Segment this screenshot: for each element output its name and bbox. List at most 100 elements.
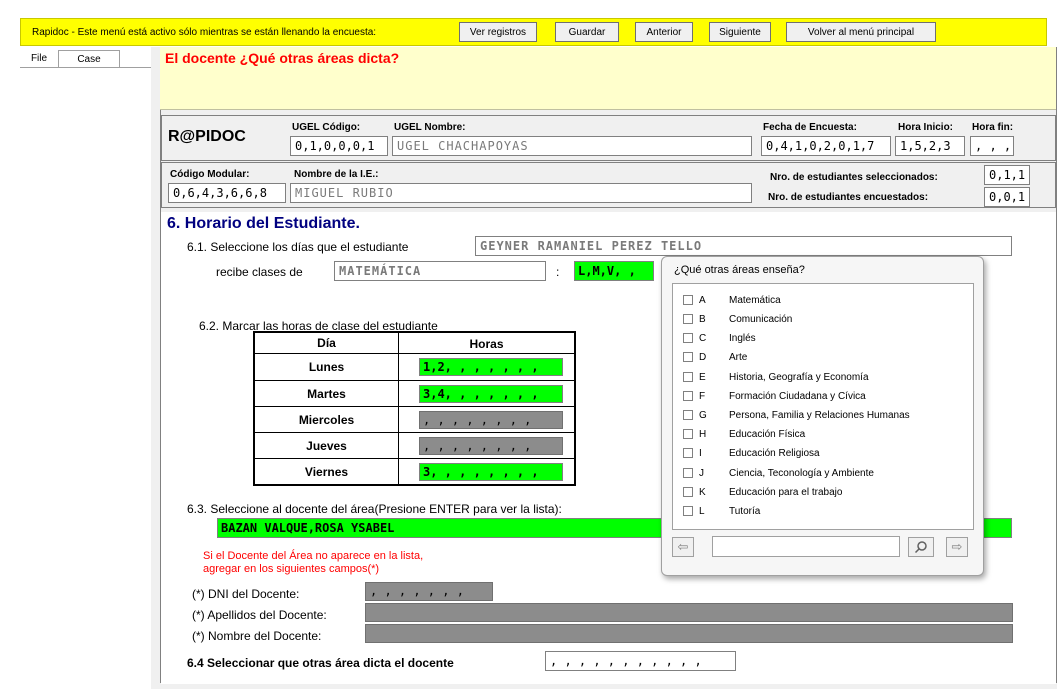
checkbox[interactable] [683, 314, 693, 324]
ugel-codigo-field[interactable]: 0,1,0,0,0,1 [290, 136, 388, 156]
checkbox[interactable] [683, 506, 693, 516]
tab-case[interactable]: Case [58, 50, 120, 67]
right-arrow-icon[interactable]: ⇨ [946, 537, 968, 557]
warning-line2: agregar en los siguientes campos(*) [203, 563, 380, 575]
checkbox[interactable] [683, 391, 693, 401]
schedule-table: Día Horas Lunes 1,2, , , , , , , Martes … [253, 331, 576, 486]
list-item[interactable]: B Comunicación [683, 310, 963, 328]
nro-encuestados-field[interactable]: 0,0,1 [984, 187, 1030, 207]
list-item[interactable]: H Educación Física [683, 425, 963, 443]
hours-jueves-field[interactable]: , , , , , , , , [419, 437, 563, 455]
ugel-codigo-label: UGEL Código: [292, 122, 361, 133]
table-row: Miercoles , , , , , , , , [255, 407, 574, 433]
nro-encuestados-label: Nro. de estudiantes encuestados: [768, 192, 929, 203]
siguiente-button[interactable]: Siguiente [709, 22, 771, 42]
tab-file[interactable]: File [20, 50, 58, 67]
table-header-row: Día Horas [255, 333, 574, 354]
nro-seleccionados-label: Nro. de estudiantes seleccionados: [770, 172, 938, 183]
header-row-ugel: R@PIDOC UGEL Código: 0,1,0,0,0,1 UGEL No… [161, 115, 1056, 161]
search-icon[interactable] [908, 537, 934, 557]
tab-divider [20, 67, 151, 68]
list-item[interactable]: E Historia, Geografía y Economía [683, 368, 963, 386]
checkbox[interactable] [683, 448, 693, 458]
dni-label: (*) DNI del Docente: [192, 587, 300, 601]
popup-search-input[interactable] [712, 536, 900, 557]
codigo-modular-label: Código Modular: [170, 169, 250, 180]
header-horas: Horas [469, 336, 504, 351]
list-item[interactable]: I Educación Religiosa [683, 444, 963, 462]
hours-miercoles-field[interactable]: , , , , , , , , [419, 411, 563, 429]
day-martes: Martes [255, 381, 399, 406]
hora-inicio-label: Hora Inicio: [898, 122, 954, 133]
hours-viernes-field[interactable]: 3, , , , , , , , [419, 463, 563, 481]
checkbox[interactable] [683, 410, 693, 420]
header-row-ie: Código Modular: 0,6,4,3,6,6,8 Nombre de … [161, 162, 1056, 208]
nro-seleccionados-field[interactable]: 0,1,1 [984, 165, 1030, 185]
checkbox[interactable] [683, 468, 693, 478]
hours-lunes-field[interactable]: 1,2, , , , , , , [419, 358, 563, 376]
list-item[interactable]: G Persona, Familia y Relaciones Humanas [683, 406, 963, 424]
warning-line1: Si el Docente del Área no aparece en la … [203, 550, 424, 562]
hora-inicio-field[interactable]: 1,5,2,3 [895, 136, 965, 156]
colon-label: : [556, 265, 560, 279]
nombre-ie-label: Nombre de la I.E.: [294, 169, 379, 180]
checkbox[interactable] [683, 333, 693, 343]
checkbox[interactable] [683, 487, 693, 497]
ver-registros-button[interactable]: Ver registros [459, 22, 537, 42]
dni-field[interactable]: , , , , , , , [365, 582, 493, 601]
survey-toolbar: Rapidoc - Este menú está activo sólo mie… [20, 18, 1047, 46]
hora-fin-label: Hora fin: [972, 122, 1014, 133]
checkbox[interactable] [683, 429, 693, 439]
rapidoc-logo: R@PIDOC [168, 128, 246, 145]
hours-martes-field[interactable]: 3,4, , , , , , , [419, 385, 563, 403]
list-item[interactable]: D Arte [683, 348, 963, 366]
table-row: Viernes 3, , , , , , , , [255, 459, 574, 484]
guardar-button[interactable]: Guardar [555, 22, 619, 42]
table-row: Jueves , , , , , , , , [255, 433, 574, 459]
ugel-nombre-field: UGEL CHACHAPOYAS [392, 136, 752, 156]
table-row: Lunes 1,2, , , , , , , [255, 354, 574, 381]
day-miercoles: Miercoles [255, 407, 399, 432]
recibe-label: recibe clases de [216, 265, 303, 279]
section-title: 6. Horario del Estudiante. [167, 215, 360, 232]
hora-fin-field[interactable]: , , , [970, 136, 1014, 156]
anterior-button[interactable]: Anterior [635, 22, 693, 42]
table-row: Martes 3,4, , , , , , , [255, 381, 574, 407]
q63-label: 6.3. Seleccione al docente del área(Pres… [187, 502, 562, 516]
day-viernes: Viernes [255, 459, 399, 484]
checkbox[interactable] [683, 372, 693, 382]
nombre-ie-field: MIGUEL RUBIO [290, 183, 752, 203]
apellidos-label: (*) Apellidos del Docente: [192, 608, 327, 622]
toolbar-notice: Rapidoc - Este menú está activo sólo mie… [32, 27, 377, 38]
popup-title: ¿Qué otras áreas enseña? [674, 264, 805, 276]
apellidos-field[interactable] [365, 603, 1013, 622]
day-jueves: Jueves [255, 433, 399, 458]
question-panel: El docente ¿Qué otras áreas dicta? [160, 47, 1056, 110]
list-item[interactable]: F Formación Ciudadana y Cívica [683, 387, 963, 405]
list-item[interactable]: C Inglés [683, 329, 963, 347]
days-field[interactable]: L,M,V, , [574, 261, 654, 281]
list-item[interactable]: J Ciencia, Teconología y Ambiente [683, 464, 963, 482]
checkbox[interactable] [683, 295, 693, 305]
left-arrow-icon[interactable]: ⇦ [672, 537, 694, 557]
volver-menu-button[interactable]: Volver al menú principal [786, 22, 936, 42]
fecha-field[interactable]: 0,4,1,0,2,0,1,7 [761, 136, 891, 156]
day-lunes: Lunes [255, 354, 399, 380]
areas-checklist: A Matemática B Comunicación C Inglés D Arte … [672, 283, 974, 530]
fecha-label: Fecha de Encuesta: [763, 122, 857, 133]
question-title: El docente ¿Qué otras áreas dicta? [165, 50, 400, 66]
student-name-field: GEYNER RAMANIEL PEREZ TELLO [475, 236, 1012, 256]
nombre-field[interactable] [365, 624, 1013, 643]
q61-label: 6.1. Seleccione los días que el estudian… [187, 240, 409, 254]
list-item[interactable]: K Educación para el trabajo [683, 483, 963, 501]
codigo-modular-field[interactable]: 0,6,4,3,6,6,8 [168, 183, 286, 203]
list-item[interactable]: L Tutoría [683, 502, 963, 520]
subject-field: MATEMÁTICA [334, 261, 546, 281]
nombre-label: (*) Nombre del Docente: [192, 629, 322, 643]
ugel-nombre-label: UGEL Nombre: [394, 122, 466, 133]
case-tree-panel: File Case [20, 47, 152, 689]
list-item[interactable]: A Matemática [683, 291, 963, 309]
checkbox[interactable] [683, 352, 693, 362]
q64-field[interactable]: , , , , , , , , , , , [545, 651, 736, 671]
header-dia: Día [255, 333, 399, 353]
